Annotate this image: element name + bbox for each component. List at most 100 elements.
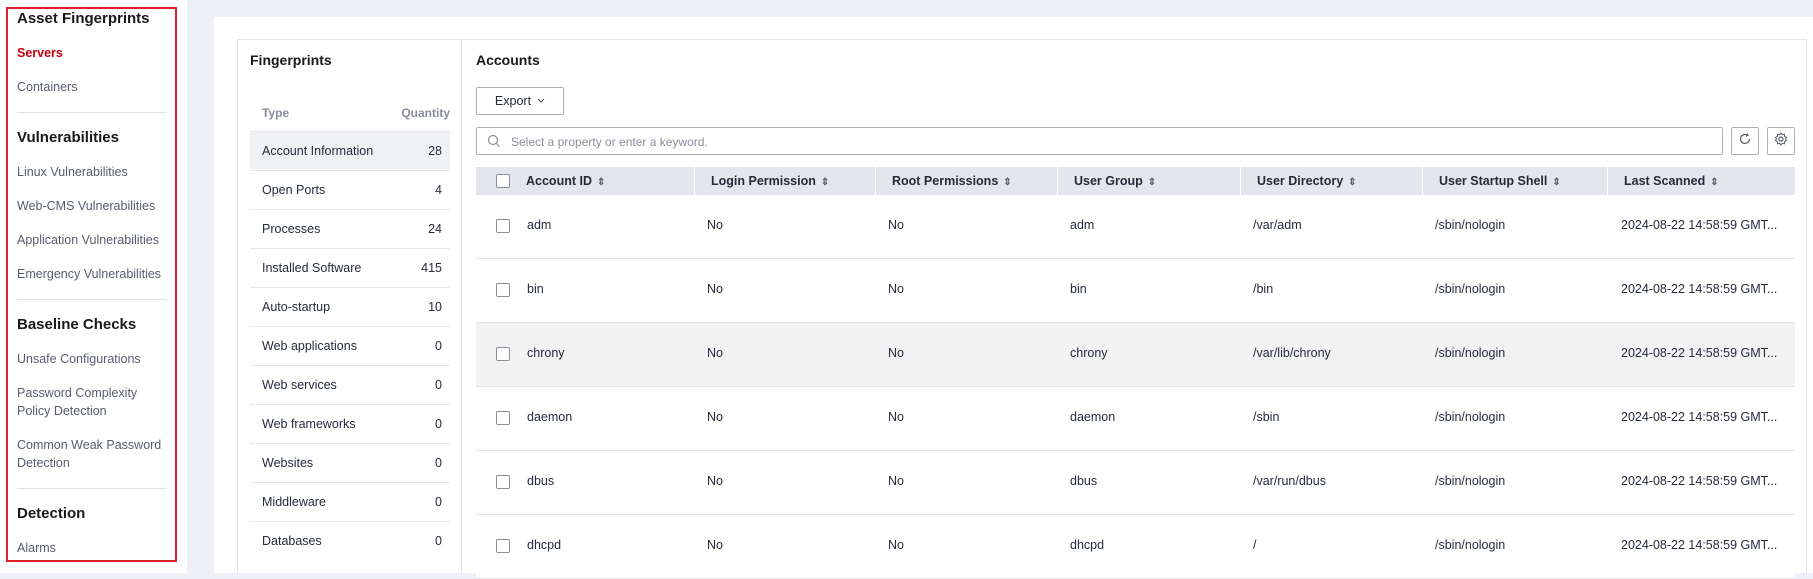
fingerprint-quantity: 28 — [428, 144, 442, 158]
nav-item-web-cms-vulnerabilities[interactable]: Web-CMS Vulnerabilities — [17, 197, 167, 215]
table-cell: dhcpd — [1070, 538, 1105, 552]
table-cell: dbus — [1070, 474, 1098, 488]
nav-group-title-baseline-checks: Baseline Checks — [17, 316, 137, 333]
column-header-label: User Startup Shell — [1439, 174, 1548, 188]
row-checkbox[interactable] — [496, 411, 510, 425]
table-row[interactable]: dhcpd No No dhcpd / /sbin/nologin 2024-08-22 1… — [476, 515, 1795, 579]
fingerprint-quantity: 4 — [435, 183, 442, 197]
fingerprint-row[interactable]: Databases 0 — [250, 521, 450, 559]
row-checkbox[interactable] — [496, 539, 510, 553]
fingerprint-row[interactable]: Web applications 0 — [250, 326, 450, 364]
search-icon — [487, 134, 501, 153]
fingerprint-quantity: 0 — [435, 339, 442, 353]
fingerprint-row[interactable]: Web frameworks 0 — [250, 404, 450, 442]
row-checkbox[interactable] — [496, 219, 510, 233]
fingerprint-quantity: 0 — [435, 378, 442, 392]
table-row[interactable]: bin No No bin/bin/sbin/nologin 2024-08-22 14… — [476, 259, 1795, 323]
sort-icon[interactable]: ⇕ — [1148, 177, 1156, 188]
table-cell: /var/adm — [1253, 218, 1302, 232]
nav-divider — [17, 299, 166, 300]
table-cell: /sbin/nologin — [1435, 410, 1506, 424]
table-cell: 2024-08-22 14:58:59 GMT... — [1621, 282, 1778, 296]
gear-icon — [1774, 131, 1788, 151]
row-checkbox[interactable] — [496, 347, 510, 361]
nav-item-containers[interactable]: Containers — [17, 78, 167, 96]
fingerprint-type: Web frameworks — [262, 417, 356, 431]
row-checkbox[interactable] — [496, 475, 510, 489]
table-cell: chrony — [1070, 346, 1108, 360]
table-cell: No — [888, 538, 904, 552]
table-row[interactable]: chrony No No chrony/var/lib/chrony/sbin/nol… — [476, 323, 1795, 387]
column-header[interactable]: User Group ⇕ — [1058, 167, 1241, 195]
sort-icon[interactable]: ⇕ — [597, 177, 605, 188]
table-cell: adm — [1070, 218, 1095, 232]
accounts-table-header: Account ID ⇕ Login Permission ⇕ Root Permiss… — [476, 167, 1795, 195]
column-header[interactable]: Account ID ⇕ — [476, 167, 695, 195]
column-header-label: User Group — [1074, 174, 1143, 188]
search-box[interactable] — [476, 127, 1723, 155]
sort-icon[interactable]: ⇕ — [1348, 177, 1356, 188]
fingerprint-row[interactable]: Processes 24 — [250, 209, 450, 247]
export-button[interactable]: Export — [476, 87, 564, 115]
table-row[interactable]: adm No No adm/var/adm/sbin/nologin 2024-08-2… — [476, 195, 1795, 259]
table-row[interactable]: daemon No No daemon/sbin/sbin/nologin 2024-0… — [476, 387, 1795, 451]
column-header-label: Login Permission — [711, 174, 816, 188]
settings-button[interactable] — [1767, 127, 1795, 155]
table-row[interactable]: dbus No No dbus/var/run/dbus/sbin/nologin 20… — [476, 451, 1795, 515]
table-cell: No — [707, 218, 723, 232]
table-cell: No — [707, 282, 723, 296]
sort-icon[interactable]: ⇕ — [1710, 177, 1718, 188]
column-header[interactable]: Last Scanned ⇕ — [1608, 167, 1795, 195]
sort-icon[interactable]: ⇕ — [1552, 177, 1560, 188]
column-header[interactable]: Root Permissions ⇕ — [876, 167, 1058, 195]
nav-item-unsafe-configurations[interactable]: Unsafe Configurations — [17, 350, 167, 368]
fingerprint-type: Web applications — [262, 339, 357, 353]
sort-icon[interactable]: ⇕ — [821, 177, 829, 188]
sort-icon[interactable]: ⇕ — [1003, 177, 1011, 188]
fingerprints-panel: Fingerprints Type Quantity Account Infor… — [238, 40, 462, 573]
table-cell: No — [707, 410, 723, 424]
column-header[interactable]: User Startup Shell ⇕ — [1423, 167, 1608, 195]
fingerprint-row[interactable]: Installed Software 415 — [250, 248, 450, 286]
nav-item-password-complexity[interactable]: Password Complexity Policy Detection — [17, 384, 147, 420]
fingerprint-row[interactable]: Websites 0 — [250, 443, 450, 481]
table-cell: No — [707, 346, 723, 360]
table-cell: dbus — [527, 474, 555, 488]
table-cell: No — [707, 538, 723, 552]
nav-item-servers[interactable]: Servers — [17, 44, 167, 62]
fingerprint-row[interactable]: Account Information 28 — [250, 131, 450, 169]
refresh-button[interactable] — [1731, 127, 1759, 155]
fingerprints-table-header: Type Quantity — [250, 106, 450, 126]
table-cell: bin — [527, 282, 544, 296]
fingerprint-type: Installed Software — [262, 261, 362, 275]
fingerprint-row[interactable]: Web services 0 — [250, 365, 450, 403]
column-header-label: Last Scanned — [1624, 174, 1706, 188]
fingerprint-quantity: 10 — [428, 300, 442, 314]
refresh-icon — [1738, 132, 1752, 151]
column-header[interactable]: Login Permission ⇕ — [695, 167, 876, 195]
fingerprint-quantity: 0 — [435, 417, 442, 431]
table-cell: No — [707, 474, 723, 488]
column-header[interactable]: User Directory ⇕ — [1241, 167, 1423, 195]
nav-item-alarms[interactable]: Alarms — [17, 539, 167, 557]
nav-item-linux-vulnerabilities[interactable]: Linux Vulnerabilities — [17, 163, 167, 181]
table-cell: No — [888, 474, 904, 488]
table-cell: daemon — [1070, 410, 1116, 424]
nav-item-common-weak-password[interactable]: Common Weak Password Detection — [17, 436, 167, 472]
fingerprint-row[interactable]: Auto-startup 10 — [250, 287, 450, 325]
row-checkbox[interactable] — [496, 283, 510, 297]
fingerprint-row[interactable]: Open Ports 4 — [250, 170, 450, 208]
nav-item-application-vulnerabilities[interactable]: Application Vulnerabilities — [17, 231, 167, 249]
fingerprints-quantity-header: Quantity — [401, 106, 450, 120]
table-cell: daemon — [527, 410, 573, 424]
fingerprint-quantity: 0 — [435, 495, 442, 509]
fingerprint-type: Web services — [262, 378, 337, 392]
fingerprint-quantity: 415 — [421, 261, 442, 275]
nav-group-title-detection: Detection — [17, 505, 86, 522]
table-cell: 2024-08-22 14:58:59 GMT... — [1621, 538, 1778, 552]
fingerprint-quantity: 24 — [428, 222, 442, 236]
nav-item-emergency-vulnerabilities[interactable]: Emergency Vulnerabilities — [17, 265, 167, 283]
table-cell: /sbin/nologin — [1435, 218, 1506, 232]
search-input[interactable] — [509, 132, 1713, 152]
fingerprint-row[interactable]: Middleware 0 — [250, 482, 450, 520]
